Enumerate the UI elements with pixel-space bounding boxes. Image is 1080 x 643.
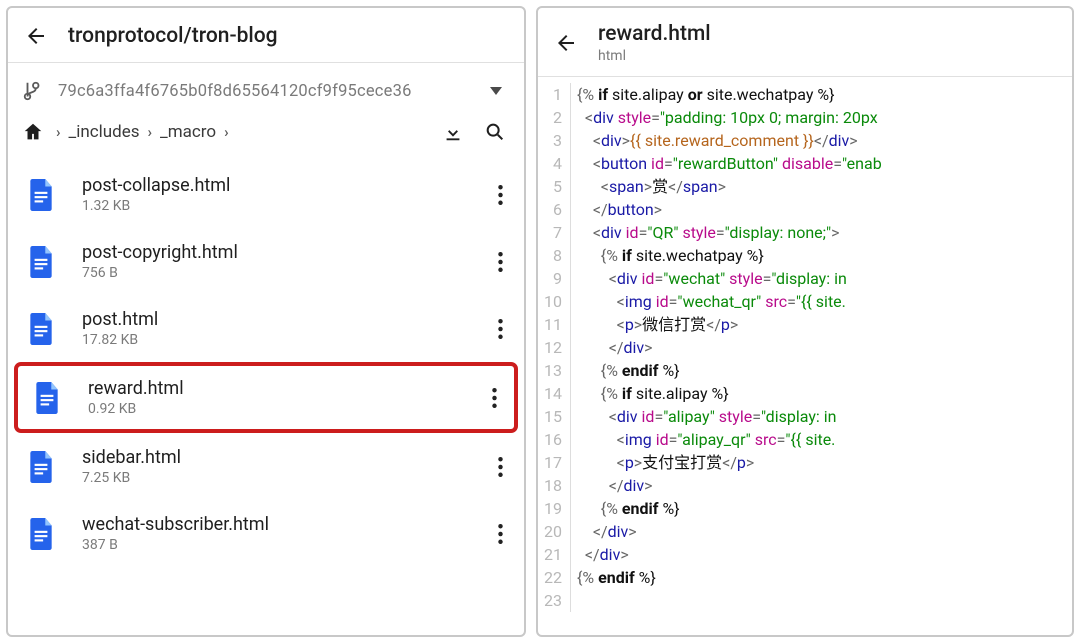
code-line: <p>支付宝打赏</p> [577, 451, 882, 474]
file-subtitle: html [598, 48, 711, 64]
home-icon [22, 121, 44, 143]
file-size: 756 B [82, 265, 488, 281]
code-line: </button> [577, 198, 882, 221]
file-row[interactable]: sidebar.html 7.25 KB [8, 433, 524, 500]
file-name: post-copyright.html [82, 242, 488, 263]
file-name: post.html [82, 309, 488, 330]
breadcrumb-bar: › _includes › _macro › [8, 107, 524, 161]
file-more-button[interactable] [488, 183, 512, 207]
file-size: 0.92 KB [88, 401, 482, 417]
file-row[interactable]: wechat-subscriber.html 387 B [8, 500, 524, 567]
code-line: <span>赏</span> [577, 175, 882, 198]
code-line: {% if site.alipay or site.wechatpay %} [577, 83, 882, 106]
arrow-left-icon [554, 31, 578, 55]
file-size: 387 B [82, 537, 488, 553]
code-line: </div> [577, 474, 882, 497]
file-name: reward.html [88, 378, 482, 399]
repo-title: tronprotocol/tron-blog [68, 24, 278, 48]
file-row[interactable]: post-collapse.html 1.32 KB [8, 161, 524, 228]
file-icon [28, 179, 54, 211]
file-more-button[interactable] [488, 455, 512, 479]
more-icon [498, 457, 503, 477]
caret-down-icon [490, 87, 502, 95]
header-titles: reward.html html [598, 22, 711, 64]
file-icon [34, 382, 60, 414]
git-branch-icon [22, 79, 44, 103]
breadcrumb-item[interactable]: _includes [69, 122, 140, 142]
code-line: </div> [577, 336, 882, 359]
file-browser-pane: tronprotocol/tron-blog 79c6a3ffa4f6765b0… [6, 6, 526, 637]
more-icon [498, 185, 503, 205]
file-icon [28, 451, 54, 483]
code-line: <img id="alipay_qr" src="{{ site. [577, 428, 882, 451]
home-button[interactable] [18, 117, 48, 147]
more-icon [498, 319, 503, 339]
code-line: {% endif %} [577, 497, 882, 520]
file-size: 7.25 KB [82, 470, 488, 486]
more-icon [498, 252, 503, 272]
file-row[interactable]: post.html 17.82 KB [8, 295, 524, 362]
file-name: post-collapse.html [82, 175, 488, 196]
code-line: <div id="QR" style="display: none;"> [577, 221, 882, 244]
commit-hash: 79c6a3ffa4f6765b0f8d65564120cf9f95cece36 [58, 82, 482, 101]
file-row[interactable]: reward.html 0.92 KB [14, 362, 518, 433]
code-line: {% endif %} [577, 359, 882, 382]
file-name: wechat-subscriber.html [82, 514, 488, 535]
code-line [577, 589, 882, 612]
code-line: {% if site.wechatpay %} [577, 244, 882, 267]
code-line: <div id="alipay" style="display: in [577, 405, 882, 428]
code-area[interactable]: 1234567891011121314151617181920212223 {%… [538, 77, 1072, 612]
search-button[interactable] [480, 117, 510, 147]
file-more-button[interactable] [488, 250, 512, 274]
arrow-left-icon [24, 24, 48, 48]
file-list: post-collapse.html 1.32 KB post-copyright.… [8, 161, 524, 567]
file-icon [28, 246, 54, 278]
file-icon [28, 313, 54, 345]
file-more-button[interactable] [482, 386, 506, 410]
file-size: 1.32 KB [82, 198, 488, 214]
commit-bar[interactable]: 79c6a3ffa4f6765b0f8d65564120cf9f95cece36 [8, 63, 524, 107]
code-line: </div> [577, 543, 882, 566]
file-size: 17.82 KB [82, 332, 488, 348]
chevron-icon: › [140, 123, 161, 141]
more-icon [498, 524, 503, 544]
code-line: <div>{{ site.reward_comment }}</div> [577, 129, 882, 152]
file-title: reward.html [598, 22, 711, 46]
download-button[interactable] [438, 117, 468, 147]
back-button[interactable] [552, 29, 580, 57]
code-line: <button id="rewardButton" disable="enab [577, 152, 882, 175]
more-icon [492, 388, 497, 408]
file-icon [28, 518, 54, 550]
line-gutter: 1234567891011121314151617181920212223 [538, 83, 571, 612]
code-line: <div style="padding: 10px 0; margin: 20p… [577, 106, 882, 129]
chevron-icon: › [216, 123, 237, 141]
code-line: {% endif %} [577, 566, 882, 589]
search-icon [484, 121, 506, 143]
code-line: {% if site.alipay %} [577, 382, 882, 405]
file-name: sidebar.html [82, 447, 488, 468]
app-header: reward.html html [538, 8, 1072, 77]
code-line: </div> [577, 520, 882, 543]
code-line: <div id="wechat" style="display: in [577, 267, 882, 290]
code-content: {% if site.alipay or site.wechatpay %} <… [571, 83, 882, 612]
code-line: <p>微信打赏</p> [577, 313, 882, 336]
back-button[interactable] [22, 22, 50, 50]
file-more-button[interactable] [488, 522, 512, 546]
download-icon [442, 121, 464, 143]
code-line: <img id="wechat_qr" src="{{ site. [577, 290, 882, 313]
app-header: tronprotocol/tron-blog [8, 8, 524, 63]
breadcrumb-item[interactable]: _macro [160, 122, 216, 142]
file-row[interactable]: post-copyright.html 756 B [8, 228, 524, 295]
code-viewer-pane: reward.html html 12345678910111213141516… [536, 6, 1074, 637]
file-more-button[interactable] [488, 317, 512, 341]
chevron-icon: › [48, 123, 69, 141]
